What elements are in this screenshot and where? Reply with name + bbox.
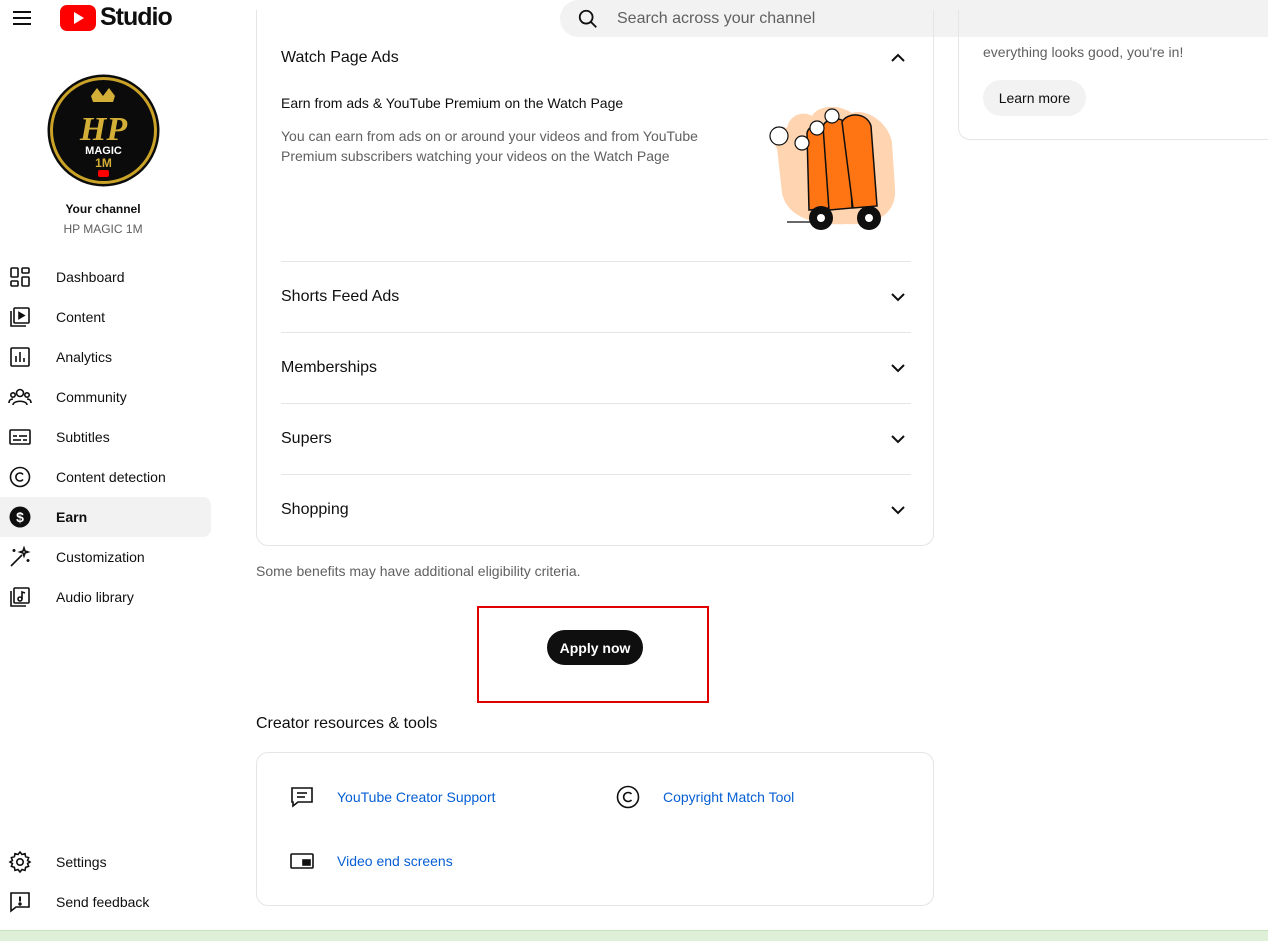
copyright-icon xyxy=(9,466,31,488)
video-end-screens-link[interactable]: Video end screens xyxy=(289,848,453,874)
analytics-icon xyxy=(10,347,30,367)
section-supers[interactable]: Supers xyxy=(281,403,911,474)
resource-label: YouTube Creator Support xyxy=(337,789,496,805)
sidebar-item-label: Content detection xyxy=(56,469,166,485)
section-title: Memberships xyxy=(281,359,378,376)
subtitles-icon xyxy=(9,429,31,445)
svg-text:1M: 1M xyxy=(95,156,112,170)
sidebar-item-settings[interactable]: Settings xyxy=(0,842,211,882)
sidebar-item-label: Earn xyxy=(56,509,88,525)
eligibility-side-card: everything looks good, you're in! Learn … xyxy=(958,10,1268,140)
chat-icon xyxy=(291,787,313,808)
sidebar-item-analytics[interactable]: Analytics xyxy=(0,337,211,377)
sidebar-item-content-detection[interactable]: Content detection xyxy=(0,457,211,497)
your-channel-label: Your channel xyxy=(65,202,141,216)
svg-text:HP: HP xyxy=(79,111,127,148)
gear-icon xyxy=(8,850,32,874)
eligibility-status-text: everything looks good, you're in! xyxy=(983,44,1184,60)
ads-illustration xyxy=(769,106,896,230)
sidebar-item-audio-library[interactable]: Audio library xyxy=(0,577,211,617)
resources-title: Creator resources & tools xyxy=(256,715,438,732)
menu-icon[interactable] xyxy=(10,6,34,30)
sidebar-item-label: Community xyxy=(56,389,127,405)
sidebar-item-earn[interactable]: $ Earn xyxy=(0,497,211,537)
sidebar-item-label: Analytics xyxy=(56,349,113,365)
sidebar-item-send-feedback[interactable]: Send feedback xyxy=(0,882,211,922)
audio-library-icon xyxy=(10,587,30,607)
sidebar-item-content[interactable]: Content xyxy=(0,297,211,337)
chevron-down-icon[interactable] xyxy=(888,429,908,449)
eligibility-note: Some benefits may have additional eligib… xyxy=(256,563,581,579)
sidebar-item-label: Customization xyxy=(56,549,145,565)
taskbar-strip xyxy=(0,930,1268,941)
dollar-icon: $ xyxy=(9,506,31,528)
section-description: You can earn from ads on or around your … xyxy=(281,128,698,164)
section-title: Watch Page Ads xyxy=(281,49,399,66)
sidebar-item-dashboard[interactable]: Dashboard xyxy=(0,257,211,297)
content-icon xyxy=(10,307,30,327)
youtube-logo-icon xyxy=(60,4,96,31)
channel-avatar[interactable]: HP MAGIC 1M xyxy=(47,74,160,187)
sidebar: HP MAGIC 1M Your channel HP MAGIC 1M Das… xyxy=(0,36,220,941)
sidebar-item-label: Audio library xyxy=(56,589,134,605)
magic-wand-icon xyxy=(10,545,31,567)
sidebar-item-label: Settings xyxy=(56,854,107,870)
apply-now-button[interactable]: Apply now xyxy=(547,630,643,665)
sidebar-item-label: Dashboard xyxy=(56,269,125,285)
monetization-benefits-card: Watch Page Ads Earn from ads & YouTube P… xyxy=(256,10,934,546)
sidebar-item-label: Subtitles xyxy=(56,429,110,445)
svg-text:$: $ xyxy=(16,509,24,525)
section-subtitle: Earn from ads & YouTube Premium on the W… xyxy=(281,95,624,111)
sidebar-item-label: Send feedback xyxy=(56,894,150,910)
sidebar-item-subtitles[interactable]: Subtitles xyxy=(0,417,211,457)
youtube-creator-support-link[interactable]: YouTube Creator Support xyxy=(289,784,496,810)
resources-card: YouTube Creator Support Copyright Match … xyxy=(256,752,934,906)
app-name: Studio xyxy=(100,3,173,31)
resource-label: Copyright Match Tool xyxy=(663,789,795,805)
section-title: Shopping xyxy=(281,501,349,518)
chevron-down-icon[interactable] xyxy=(888,287,908,307)
section-title: Shorts Feed Ads xyxy=(281,288,400,305)
copyright-match-tool-link[interactable]: Copyright Match Tool xyxy=(615,784,794,810)
sidebar-item-customization[interactable]: Customization xyxy=(0,537,211,577)
community-icon xyxy=(8,388,32,406)
chevron-down-icon[interactable] xyxy=(888,358,908,378)
end-screen-icon xyxy=(290,853,314,869)
learn-more-button[interactable]: Learn more xyxy=(983,80,1086,116)
feedback-icon xyxy=(10,892,30,913)
sidebar-item-community[interactable]: Community xyxy=(0,377,211,417)
section-title: Supers xyxy=(281,430,332,447)
watch-page-ads-header[interactable]: Watch Page Ads xyxy=(281,45,911,71)
sidebar-item-label: Content xyxy=(56,309,106,325)
dashboard-icon xyxy=(10,267,30,287)
copyright-icon xyxy=(616,785,640,809)
youtube-studio-logo[interactable]: Studio xyxy=(60,3,173,32)
section-shorts-feed-ads[interactable]: Shorts Feed Ads xyxy=(281,261,911,332)
channel-name[interactable]: HP MAGIC 1M xyxy=(0,222,206,236)
chevron-up-icon[interactable] xyxy=(888,48,908,68)
section-shopping[interactable]: Shopping xyxy=(281,474,911,545)
chevron-down-icon[interactable] xyxy=(888,500,908,520)
section-memberships[interactable]: Memberships xyxy=(281,332,911,403)
resource-label: Video end screens xyxy=(337,853,453,869)
channel-logo-icon: HP MAGIC 1M xyxy=(47,74,160,187)
